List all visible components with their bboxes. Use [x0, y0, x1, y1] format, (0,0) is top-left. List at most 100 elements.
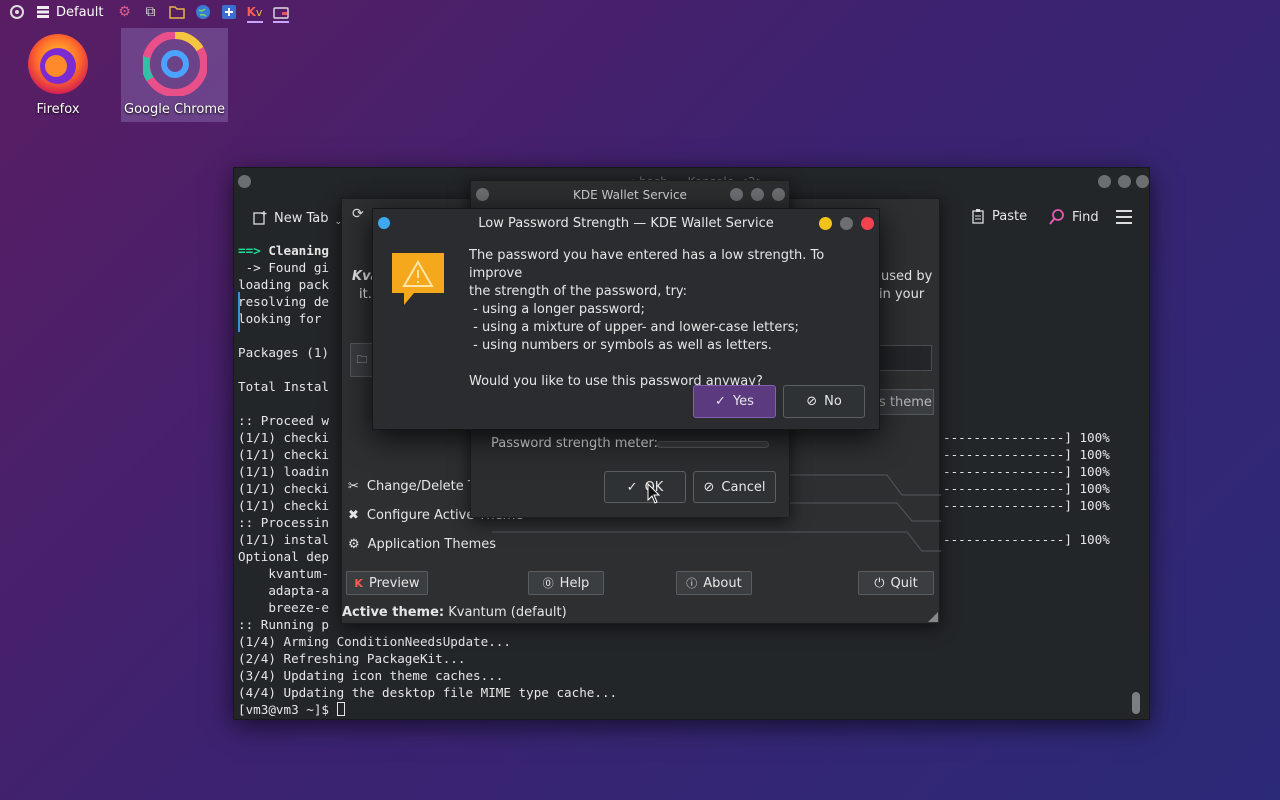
about-button[interactable]: ⓘ About	[676, 571, 752, 595]
theme-input[interactable]	[878, 345, 932, 371]
tab-label: Application Themes	[367, 536, 497, 552]
find-button[interactable]: Find	[1048, 208, 1099, 226]
preview-label: Preview	[368, 575, 420, 591]
kvantum-task-icon[interactable]: Kv	[242, 1, 268, 23]
configure-icon: ✖	[348, 507, 359, 523]
activity-icon[interactable]	[30, 1, 56, 23]
folder-icon: 🗀	[356, 352, 368, 366]
desktop-icon-firefox[interactable]: Firefox	[6, 28, 110, 122]
folder-icon[interactable]	[164, 1, 190, 23]
wallet-ok-button[interactable]: ✓ OK	[604, 471, 686, 503]
progress-line: ----------------] 100%	[943, 447, 1110, 462]
app-launcher-icon[interactable]	[4, 1, 30, 23]
password-strength-label: Password strength meter:	[491, 436, 658, 451]
check-icon: ✓	[715, 394, 726, 409]
cancel-icon: ⊘	[703, 479, 715, 495]
terminal-line: (2/4) Refreshing PackageKit...	[238, 651, 466, 666]
cancel-label: Cancel	[721, 479, 766, 495]
minimize-button[interactable]	[1098, 175, 1111, 188]
lowpw-tip: - using a longer password;	[469, 302, 645, 317]
lowpw-maximize-button[interactable]	[840, 217, 853, 230]
progress-line	[943, 514, 1110, 531]
system-settings-icon[interactable]: ⚙	[112, 1, 138, 23]
hamburger-menu-icon[interactable]	[1116, 210, 1132, 228]
wallet-maximize-button[interactable]	[751, 188, 764, 201]
discover-icon[interactable]: ⧉	[138, 1, 164, 23]
lowpw-message: The password you have entered has a low …	[469, 247, 879, 391]
browser-globe-icon[interactable]	[190, 1, 216, 23]
lowpw-app-icon	[378, 217, 390, 229]
wallet-cancel-button[interactable]: ⊘ Cancel	[693, 471, 776, 503]
selection-marker	[238, 292, 240, 332]
konsole-menu-dot[interactable]	[238, 175, 251, 188]
progress-column: ----------------] 100% ----------------] …	[943, 429, 1110, 548]
update-icon[interactable]	[216, 1, 242, 23]
folder-button[interactable]: 🗀	[350, 343, 374, 377]
new-tab-icon	[253, 211, 267, 225]
find-label: Find	[1072, 209, 1099, 225]
top-panel: Default ⚙ ⧉ Kv	[0, 0, 1280, 24]
help-icon: ⓪	[542, 577, 554, 590]
lowpw-close-button[interactable]	[861, 217, 874, 230]
lowpw-minimize-button[interactable]	[819, 217, 832, 230]
kvantum-intro-right1: used by	[881, 269, 933, 284]
help-label: Help	[559, 575, 590, 591]
new-tab-button[interactable]: New Tab ⌄	[252, 209, 342, 227]
progress-line: ----------------] 100%	[943, 481, 1110, 496]
maximize-button[interactable]	[1118, 175, 1131, 188]
lowpw-message-line: the strength of the password, try:	[469, 284, 688, 299]
desktop-icon-google-chrome[interactable]: Google Chrome	[121, 28, 228, 122]
paste-button[interactable]: Paste	[970, 208, 1027, 224]
install-theme-label: s theme	[879, 394, 932, 410]
active-theme-status: Active theme: Kvantum (default)	[342, 605, 567, 620]
paste-icon	[972, 209, 984, 224]
password-strength-meter	[657, 441, 769, 448]
quit-label: Quit	[890, 575, 918, 591]
close-button[interactable]	[1136, 175, 1149, 188]
progress-line: ----------------] 100%	[943, 498, 1110, 513]
wallet-titlebar[interactable]: KDE Wallet Service	[471, 181, 789, 209]
power-icon: ⏻	[874, 575, 885, 591]
progress-line: ----------------] 100%	[943, 464, 1110, 479]
yes-button[interactable]: ✓ Yes	[693, 385, 776, 418]
wallet-close-button[interactable]	[772, 188, 785, 201]
change-delete-icon: ✂	[348, 478, 359, 494]
find-icon	[1049, 209, 1064, 225]
chrome-icon	[142, 32, 207, 96]
install-theme-button[interactable]: s theme	[872, 389, 934, 415]
info-icon: ⓘ	[686, 577, 698, 590]
kvantum-intro-right2: in your	[879, 287, 925, 302]
preview-button[interactable]: K Preview	[346, 571, 428, 595]
resize-grip-icon[interactable]	[928, 612, 938, 622]
progress-line: ----------------] 100%	[943, 430, 1110, 445]
kvantum-logo-icon: K	[354, 576, 363, 590]
firefox-icon	[28, 34, 88, 94]
wallet-minimize-button[interactable]	[730, 188, 743, 201]
active-theme-label: Active theme:	[342, 605, 445, 620]
help-button[interactable]: ⓪ Help	[528, 571, 604, 595]
about-label: About	[703, 575, 742, 591]
terminal-cursor	[336, 702, 345, 716]
terminal-line: (3/4) Updating icon theme caches...	[238, 668, 504, 683]
activity-label[interactable]: Default	[56, 5, 104, 20]
lowpw-titlebar[interactable]: Low Password Strength — KDE Wallet Servi…	[373, 209, 879, 237]
active-theme-value: Kvantum (default)	[448, 605, 567, 620]
new-tab-label: New Tab	[274, 210, 329, 226]
no-button[interactable]: ⊘ No	[783, 385, 865, 418]
mouse-cursor-icon	[647, 483, 661, 504]
wallet-menu-dot[interactable]	[476, 188, 489, 201]
progress-line: ----------------] 100%	[943, 532, 1110, 547]
kwallet-task-icon[interactable]	[268, 1, 294, 23]
yes-label: Yes	[732, 394, 754, 409]
cancel-icon: ⊘	[806, 394, 818, 409]
quit-button[interactable]: ⏻ Quit	[858, 571, 934, 595]
kvantum-refresh-icon[interactable]: ⟳	[352, 206, 364, 222]
low-password-strength-dialog: Low Password Strength — KDE Wallet Servi…	[372, 208, 880, 430]
wallet-title: KDE Wallet Service	[573, 188, 687, 202]
terminal-scrollbar[interactable]	[1131, 240, 1141, 718]
no-label: No	[824, 394, 842, 409]
lowpw-message-line: The password you have entered has a low …	[469, 248, 825, 281]
scrollbar-thumb[interactable]	[1132, 692, 1140, 714]
paste-label: Paste	[992, 208, 1028, 224]
warning-icon	[392, 253, 444, 305]
